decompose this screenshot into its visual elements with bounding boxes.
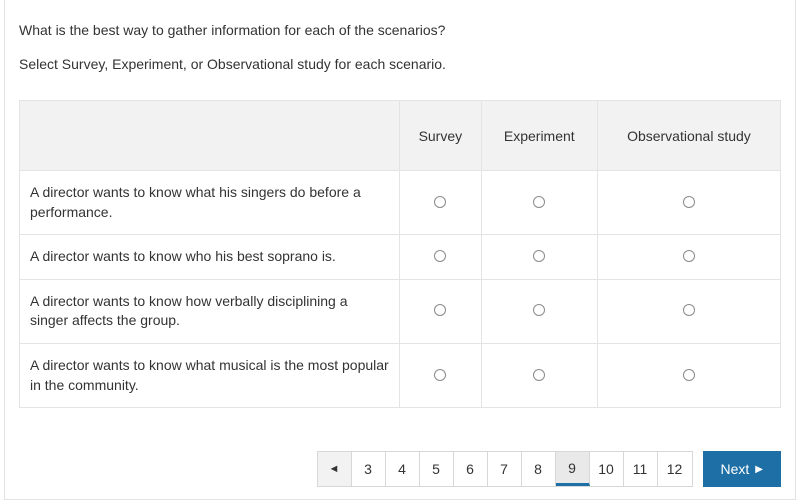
radio-icon xyxy=(683,369,695,381)
scenario-label: A director wants to know how verbally di… xyxy=(20,279,400,343)
table-row: A director wants to know what musical is… xyxy=(20,343,781,407)
scenario-label: A director wants to know who his best so… xyxy=(20,235,400,280)
radio-icon xyxy=(533,304,545,316)
option-cell[interactable] xyxy=(400,235,482,280)
option-cell[interactable] xyxy=(597,343,780,407)
pager-page-active[interactable]: 9 xyxy=(556,452,590,486)
scenario-table: Survey Experiment Observational study A … xyxy=(19,100,781,408)
footer-nav: ◄ 3 4 5 6 7 8 9 10 11 12 Next ▶ xyxy=(317,451,782,487)
radio-icon xyxy=(533,196,545,208)
scenario-label: A director wants to know what musical is… xyxy=(20,343,400,407)
chevron-left-icon: ◄ xyxy=(329,463,340,475)
next-label: Next xyxy=(721,461,750,477)
chevron-right-icon: ▶ xyxy=(755,464,763,475)
option-cell[interactable] xyxy=(400,279,482,343)
pager-page[interactable]: 8 xyxy=(522,452,556,486)
instruction-text: Select Survey, Experiment, or Observatio… xyxy=(19,56,781,72)
pager: ◄ 3 4 5 6 7 8 9 10 11 12 xyxy=(317,451,693,487)
option-cell[interactable] xyxy=(481,343,597,407)
radio-icon xyxy=(683,196,695,208)
table-header-row: Survey Experiment Observational study xyxy=(20,101,781,171)
table-row: A director wants to know who his best so… xyxy=(20,235,781,280)
pager-page[interactable]: 10 xyxy=(590,452,624,486)
radio-icon xyxy=(533,250,545,262)
scenario-label: A director wants to know what his singer… xyxy=(20,171,400,235)
option-cell[interactable] xyxy=(597,279,780,343)
option-cell[interactable] xyxy=(481,171,597,235)
radio-icon xyxy=(533,369,545,381)
prompt-block: What is the best way to gather informati… xyxy=(19,22,781,72)
pager-page[interactable]: 6 xyxy=(454,452,488,486)
pager-prev[interactable]: ◄ xyxy=(318,452,352,486)
pager-page[interactable]: 4 xyxy=(386,452,420,486)
header-observational: Observational study xyxy=(597,101,780,171)
radio-icon xyxy=(434,196,446,208)
option-cell[interactable] xyxy=(400,171,482,235)
question-panel: What is the best way to gather informati… xyxy=(4,0,796,500)
radio-icon xyxy=(683,250,695,262)
radio-icon xyxy=(434,250,446,262)
option-cell[interactable] xyxy=(597,171,780,235)
radio-icon xyxy=(683,304,695,316)
radio-icon xyxy=(434,304,446,316)
option-cell[interactable] xyxy=(597,235,780,280)
table-row: A director wants to know what his singer… xyxy=(20,171,781,235)
pager-page[interactable]: 11 xyxy=(624,452,658,486)
header-experiment: Experiment xyxy=(481,101,597,171)
option-cell[interactable] xyxy=(481,279,597,343)
question-text: What is the best way to gather informati… xyxy=(19,22,781,38)
pager-page[interactable]: 3 xyxy=(352,452,386,486)
radio-icon xyxy=(434,369,446,381)
header-survey: Survey xyxy=(400,101,482,171)
next-button[interactable]: Next ▶ xyxy=(703,451,782,487)
table-row: A director wants to know how verbally di… xyxy=(20,279,781,343)
option-cell[interactable] xyxy=(400,343,482,407)
pager-page[interactable]: 12 xyxy=(658,452,692,486)
option-cell[interactable] xyxy=(481,235,597,280)
header-blank xyxy=(20,101,400,171)
pager-page[interactable]: 7 xyxy=(488,452,522,486)
pager-page[interactable]: 5 xyxy=(420,452,454,486)
